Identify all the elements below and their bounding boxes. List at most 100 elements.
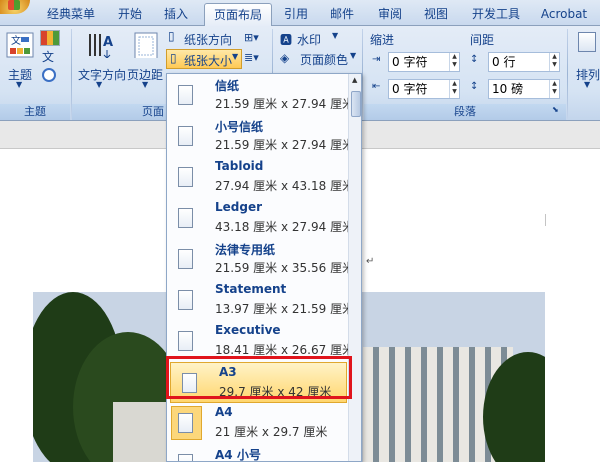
size-label: 纸张大小 — [184, 54, 233, 68]
paper-size-name: 小号信纸 — [215, 120, 264, 134]
chevron-down-icon: ▼ — [584, 80, 591, 89]
svg-text:A: A — [103, 35, 113, 50]
spin-buttons[interactable]: ▲ ▼ — [549, 53, 559, 71]
paper-size-dimensions: 21.59 厘米 x 27.94 厘米 — [215, 138, 355, 152]
page-size-icon — [178, 290, 193, 310]
spacing-after-icon: ↕ — [470, 81, 479, 92]
page-color-icon: ◈ — [280, 51, 290, 65]
paper-size-item[interactable]: A4 小号 — [167, 444, 347, 462]
page-color-button[interactable]: 页面颜色 — [300, 51, 348, 68]
indent-right-icon: ⇤ — [372, 81, 381, 92]
theme-fonts-icon[interactable]: 文 — [42, 48, 54, 65]
paper-size-item[interactable]: 信纸 21.59 厘米 x 27.94 厘米 — [167, 75, 354, 116]
paper-size-dimensions: 21.59 厘米 x 27.94 厘米 — [215, 97, 355, 111]
paper-size-dropdown: 信纸 21.59 厘米 x 27.94 厘米 小号信纸 21.59 厘米 x 27.9… — [166, 73, 362, 462]
indent-label: 缩进 — [370, 33, 395, 47]
paragraph-mark-icon: ↵ — [366, 256, 375, 267]
page-size-icon — [178, 208, 193, 228]
spin-buttons[interactable]: ▲ ▼ — [449, 53, 459, 71]
indent-left-field[interactable]: 0 字符 ▲ ▼ — [388, 52, 460, 72]
office-button[interactable] — [0, 0, 30, 14]
tab-references[interactable]: 引用 — [276, 5, 316, 26]
indent-left-value: 0 字符 — [392, 55, 428, 69]
paper-size-dimensions: 21 厘米 x 29.7 厘米 — [215, 425, 328, 439]
indent-right-field[interactable]: 0 字符 ▲ ▼ — [388, 79, 460, 99]
dialog-launcher-icon[interactable]: ⬊ — [552, 105, 559, 114]
orientation-label: 纸张方向 — [184, 33, 233, 47]
paper-size-item[interactable]: Tabloid 27.94 厘米 x 43.18 厘米 — [167, 157, 354, 198]
annotation-highlight-box — [166, 356, 352, 399]
tab-developer[interactable]: 开发工具 — [463, 5, 529, 26]
paper-size-name: Tabloid — [215, 159, 264, 173]
group-separator — [362, 29, 363, 119]
spacing-after-value: 10 磅 — [492, 82, 524, 96]
office-logo-icon — [8, 0, 20, 10]
paper-size-name: 信纸 — [215, 79, 240, 93]
line-numbers-icon[interactable]: ≣▾ — [244, 51, 259, 64]
ribbon-tab-bar: 经典菜单 开始 插入 页面布局 引用 邮件 审阅 视图 开发工具 Acrobat — [0, 0, 600, 27]
spacing-before-value: 0 行 — [492, 55, 516, 69]
page-size-icon — [178, 413, 193, 433]
tab-acrobat[interactable]: Acrobat — [534, 5, 594, 26]
paper-size-name: A4 小号 — [215, 448, 261, 462]
paragraph-group-label: 段落 — [364, 104, 566, 120]
page-size-icon — [178, 126, 193, 146]
margin-corner-mark — [545, 214, 546, 226]
spin-buttons[interactable]: ▲ ▼ — [449, 80, 459, 98]
paper-size-item[interactable]: A4 21 厘米 x 29.7 厘米 — [167, 403, 347, 444]
paper-size-name: A4 — [215, 405, 233, 419]
chevron-down-icon: ▼ — [332, 31, 339, 40]
paper-size-item[interactable]: Statement 13.97 厘米 x 21.59 厘米 — [167, 280, 354, 321]
scroll-up-icon[interactable]: ▲ — [352, 76, 357, 84]
theme-group-label: 主题 — [0, 104, 70, 120]
breaks-icon[interactable]: ⊞▾ — [244, 31, 259, 44]
themes-icon: 文 — [6, 32, 34, 58]
text-direction-icon: A — [89, 34, 113, 58]
paper-size-dimensions: 27.94 厘米 x 43.18 厘米 — [215, 179, 355, 193]
spacing-label: 间距 — [470, 33, 495, 47]
page-size-icon — [178, 167, 193, 187]
spacing-after-field[interactable]: 10 磅 ▲ ▼ — [488, 79, 560, 99]
indent-left-icon: ⇥ — [372, 54, 381, 65]
page-size-icon — [178, 85, 193, 105]
indent-right-value: 0 字符 — [392, 82, 428, 96]
orientation-icon: ▯ — [168, 29, 175, 43]
theme-effects-icon[interactable] — [42, 68, 56, 82]
paper-size-item[interactable]: 法律专用纸 21.59 厘米 x 35.56 厘米 — [167, 239, 354, 280]
spin-buttons[interactable]: ▲ ▼ — [549, 80, 559, 98]
size-button[interactable]: ▯ 纸张大小 ▼ — [166, 49, 242, 69]
size-icon: ▯ — [170, 51, 177, 65]
page-size-icon — [178, 454, 193, 461]
paper-size-dimensions: 13.97 厘米 x 21.59 厘米 — [215, 302, 355, 316]
svg-text:文: 文 — [11, 34, 21, 47]
spacing-before-icon: ↕ — [470, 54, 479, 65]
tab-page-layout[interactable]: 页面布局 — [204, 3, 272, 27]
margin-corner-mark — [14, 212, 28, 226]
paper-size-dimensions: 21.59 厘米 x 35.56 厘米 — [215, 261, 355, 275]
paper-size-name: Ledger — [215, 200, 263, 214]
tab-classic-menu[interactable]: 经典菜单 — [36, 5, 106, 26]
scrollbar-thumb[interactable] — [351, 91, 361, 117]
paper-size-item[interactable]: 小号信纸 21.59 厘米 x 27.94 厘米 — [167, 116, 354, 157]
chevron-down-icon: ▼ — [142, 80, 149, 89]
paper-size-item[interactable]: Ledger 43.18 厘米 x 27.94 厘米 — [167, 198, 354, 239]
margins-icon — [134, 32, 158, 58]
tab-insert[interactable]: 插入 — [156, 5, 196, 26]
group-separator — [567, 29, 568, 119]
paper-size-dimensions: 43.18 厘米 x 27.94 厘米 — [215, 220, 355, 234]
chevron-down-icon: ▼ — [350, 51, 357, 60]
paper-size-name: 法律专用纸 — [215, 243, 276, 257]
chevron-down-icon: ▼ — [232, 52, 239, 61]
tab-review[interactable]: 审阅 — [370, 5, 410, 26]
theme-colors-button[interactable] — [40, 30, 60, 46]
tab-mailings[interactable]: 邮件 — [322, 5, 362, 26]
tab-view[interactable]: 视图 — [416, 5, 456, 26]
chevron-down-icon: ▼ — [96, 80, 103, 89]
arrange-icon — [578, 32, 596, 52]
watermark-button[interactable]: 水印 — [297, 31, 321, 48]
dropdown-scrollbar[interactable]: ▲ — [348, 74, 361, 461]
watermark-icon: 🅰 — [280, 33, 293, 47]
paper-size-name: Statement — [215, 282, 287, 296]
tab-home[interactable]: 开始 — [110, 5, 150, 26]
spacing-before-field[interactable]: 0 行 ▲ ▼ — [488, 52, 560, 72]
